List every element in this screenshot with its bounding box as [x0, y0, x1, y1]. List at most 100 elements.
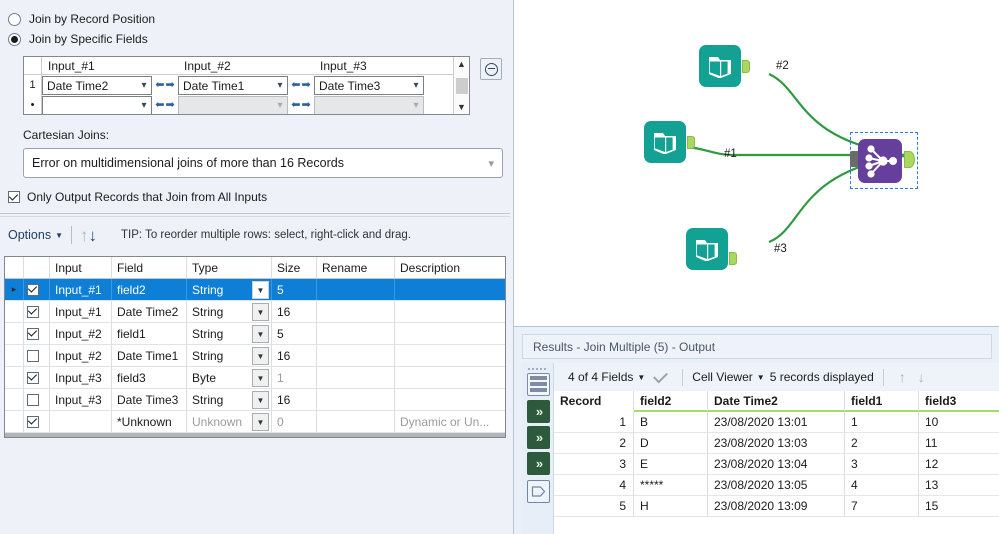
radio-join-by-specific-fields[interactable]: Join by Specific Fields: [0, 29, 510, 49]
checkbox-icon-checked[interactable]: [27, 284, 39, 296]
cell-description[interactable]: [395, 389, 503, 410]
chevron-down-icon[interactable]: ▼: [55, 231, 63, 240]
remove-join-row-button[interactable]: [480, 58, 502, 80]
column-header-field2[interactable]: field2: [634, 391, 708, 412]
cell-rename[interactable]: [317, 301, 395, 322]
options-menu-button[interactable]: Options ▼: [8, 228, 63, 242]
table-row[interactable]: 2 D 23/08/2020 13:03 2 11: [554, 433, 999, 454]
header-input[interactable]: Input: [50, 257, 112, 278]
arrow-left-icon[interactable]: ⬅: [291, 100, 300, 111]
cell-type[interactable]: Byte ▼: [187, 367, 272, 388]
scrollbar-thumb[interactable]: [456, 78, 468, 94]
chevron-down-icon[interactable]: ▼: [252, 369, 269, 387]
row-checkbox[interactable]: [24, 323, 50, 344]
checkbox-icon-checked[interactable]: [27, 416, 39, 428]
move-up-button[interactable]: ↑: [80, 227, 89, 244]
radio-icon-selected[interactable]: [8, 33, 21, 46]
chevron-down-icon[interactable]: ▾: [409, 80, 423, 91]
chevrons-icon-1[interactable]: »: [527, 400, 550, 423]
join-grid-row-new[interactable]: • ▾ ⬅ ➡ ▾ ⬅ ➡: [24, 95, 453, 114]
chevron-down-icon[interactable]: ▾: [273, 80, 287, 91]
input-node-2[interactable]: [699, 45, 741, 87]
checkbox-icon-checked[interactable]: [27, 328, 39, 340]
column-header-record[interactable]: Record: [554, 391, 634, 412]
arrow-left-icon[interactable]: ⬅: [155, 100, 164, 111]
cell-description[interactable]: [395, 345, 503, 366]
cell-type[interactable]: String ▼: [187, 345, 272, 366]
chevron-down-icon[interactable]: ▼: [252, 391, 269, 409]
arrow-right-icon[interactable]: ➡: [166, 80, 175, 91]
cell-type[interactable]: String ▼: [187, 323, 272, 344]
table-row[interactable]: 1 B 23/08/2020 13:01 1 10: [554, 412, 999, 433]
chevrons-icon-2[interactable]: »: [527, 426, 550, 449]
input-node-3[interactable]: [686, 228, 728, 270]
cell-rename[interactable]: [317, 367, 395, 388]
join-field-select-input3-row2[interactable]: ▾: [314, 96, 424, 114]
row-checkbox[interactable]: [24, 301, 50, 322]
fields-count-label[interactable]: 4 of 4 Fields: [568, 370, 633, 384]
input-node-1[interactable]: [644, 121, 686, 163]
cell-type[interactable]: Unknown ▼: [187, 411, 272, 432]
cell-rename[interactable]: [317, 345, 395, 366]
column-header-field3[interactable]: field3: [919, 391, 999, 412]
radio-icon-unselected[interactable]: [8, 13, 21, 26]
join-field-select-input2-row2[interactable]: ▾: [178, 96, 288, 114]
checkbox-icon-unchecked[interactable]: [27, 350, 39, 362]
table-row[interactable]: Input_#1 Date Time2 String ▼ 16: [5, 301, 505, 323]
output-port-node2[interactable]: [742, 60, 750, 73]
join-field-select-input2-row1[interactable]: Date Time1 ▾: [178, 76, 288, 95]
table-row-unknown[interactable]: *Unknown Unknown ▼ 0 Dynamic or Un...: [5, 411, 505, 433]
join-multiple-node[interactable]: [850, 132, 918, 189]
arrow-right-icon[interactable]: ➡: [302, 80, 311, 91]
cell-rename[interactable]: [317, 279, 395, 300]
cell-description[interactable]: [395, 301, 503, 322]
table-row[interactable]: Input_#2 Date Time1 String ▼ 16: [5, 345, 505, 367]
checkbox-icon-unchecked[interactable]: [27, 394, 39, 406]
chevron-down-icon[interactable]: ▼: [252, 325, 269, 343]
row-checkbox[interactable]: [24, 367, 50, 388]
header-description[interactable]: Description: [395, 257, 503, 278]
only-output-records-checkbox-row[interactable]: Only Output Records that Join from All I…: [8, 190, 267, 204]
chevron-down-icon[interactable]: ▼: [252, 303, 269, 321]
cell-description[interactable]: [395, 323, 503, 344]
chevron-down-icon[interactable]: ▾: [137, 80, 151, 91]
join-grid-scrollbar[interactable]: ▲ ▼: [453, 57, 469, 114]
cell-description[interactable]: [395, 279, 503, 300]
join-field-select-input3-row1[interactable]: Date Time3 ▾: [314, 76, 424, 95]
scroll-down-icon[interactable]: ▼: [457, 100, 466, 114]
table-row[interactable]: Input_#3 field3 Byte ▼ 1: [5, 367, 505, 389]
row2-arrows-b[interactable]: ⬅ ➡: [288, 95, 314, 114]
column-header-field1[interactable]: field1: [845, 391, 919, 412]
row-checkbox[interactable]: [24, 279, 50, 300]
table-row[interactable]: ▸ Input_#1 field2 String ▼ 5: [5, 279, 505, 301]
cell-description[interactable]: [395, 367, 503, 388]
chevron-down-icon[interactable]: ▾: [488, 157, 494, 170]
output-port-node3[interactable]: [729, 252, 737, 265]
cell-rename[interactable]: [317, 411, 395, 432]
chevron-down-icon[interactable]: ▼: [757, 373, 765, 382]
chevron-down-icon[interactable]: ▾: [273, 100, 287, 111]
output-port-node1[interactable]: [687, 136, 695, 149]
join-grid-row-1[interactable]: 1 Date Time2 ▾ ⬅ ➡ Date Time1 ▾ ⬅: [24, 75, 453, 95]
join-node-body[interactable]: [858, 139, 902, 183]
scroll-up-button[interactable]: ↑: [899, 369, 906, 385]
header-type[interactable]: Type: [187, 257, 272, 278]
row1-arrows-b[interactable]: ⬅ ➡: [288, 75, 314, 95]
arrow-left-icon[interactable]: ⬅: [291, 80, 300, 91]
column-header-datetime2[interactable]: Date Time2: [708, 391, 845, 412]
cell-rename[interactable]: [317, 323, 395, 344]
workflow-canvas[interactable]: #2 #1 #3: [513, 0, 999, 327]
table-row[interactable]: Input_#2 field1 String ▼ 5: [5, 323, 505, 345]
hexagon-icon[interactable]: [527, 480, 550, 503]
row-checkbox[interactable]: [24, 389, 50, 410]
check-icon[interactable]: [653, 368, 668, 383]
cell-type[interactable]: String ▼: [187, 389, 272, 410]
checkbox-icon-checked[interactable]: [27, 372, 39, 384]
table-row[interactable]: Input_#3 Date Time3 String ▼ 16: [5, 389, 505, 411]
header-field[interactable]: Field: [112, 257, 187, 278]
checkbox-icon-checked[interactable]: [8, 191, 20, 203]
cell-type[interactable]: String ▼: [187, 279, 272, 300]
checkbox-icon-checked[interactable]: [27, 306, 39, 318]
scroll-down-button[interactable]: ↓: [918, 369, 925, 385]
header-select-all[interactable]: [24, 257, 50, 278]
